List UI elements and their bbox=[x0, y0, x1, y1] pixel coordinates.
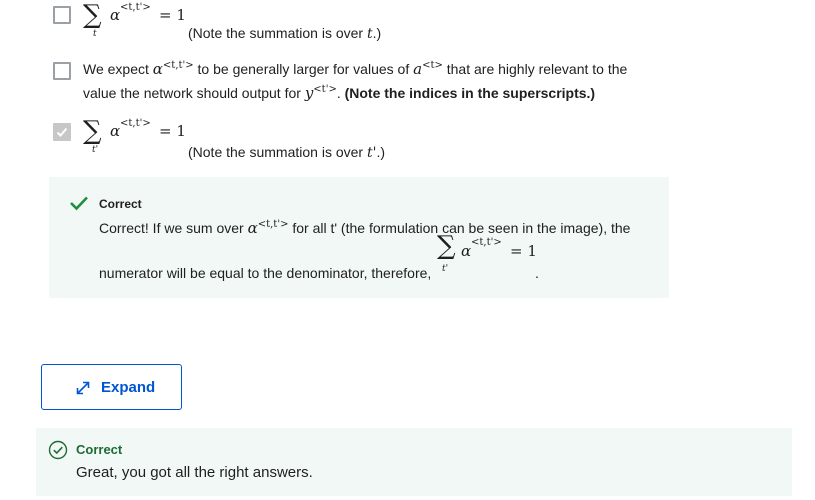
note-prefix: (Note the summation is over bbox=[188, 144, 367, 160]
option-2-line-1: We expect α<t,t'> to be generally larger… bbox=[83, 57, 627, 84]
feedback-panel: Correct Correct! If we sum over α<t,t'> … bbox=[49, 177, 669, 298]
feedback-formula: ∑ t' α <t,t'> = 1 bbox=[437, 233, 547, 277]
note-suffix: .) bbox=[372, 25, 382, 41]
option-3-checkbox[interactable] bbox=[53, 123, 71, 141]
checkmark-icon bbox=[70, 196, 88, 211]
expand-icon bbox=[76, 381, 90, 395]
feedback-line-2: numerator will be equal to the denominat… bbox=[99, 265, 432, 281]
alpha-superscript: <t,t'> bbox=[471, 237, 502, 248]
result-banner: Correct Great, you got all the right ans… bbox=[36, 428, 792, 496]
equals-one: = 1 bbox=[159, 6, 186, 24]
a-symbol: a bbox=[413, 60, 423, 78]
expand-label: Expand bbox=[101, 379, 156, 396]
text: Correct! If we sum over bbox=[99, 220, 248, 236]
alpha-superscript: <t,t'> bbox=[120, 118, 151, 129]
text: that are highly relevant to the bbox=[442, 61, 628, 77]
alpha-symbol: α bbox=[461, 242, 472, 260]
option-3-formula: ∑ t' α <t,t'> = 1 bbox=[83, 118, 193, 158]
alpha-symbol: α bbox=[247, 219, 258, 237]
text: to be generally larger for values of bbox=[193, 61, 414, 77]
sigma-symbol: ∑ bbox=[83, 116, 102, 146]
option-2-line-2: value the network should output for y<t'… bbox=[83, 81, 595, 108]
text: value the network should output for bbox=[83, 85, 305, 101]
alpha-superscript: <t,t'> bbox=[120, 2, 151, 13]
a-superscript: <t> bbox=[422, 60, 443, 71]
text: We expect bbox=[83, 61, 153, 77]
expand-button[interactable]: Expand bbox=[41, 364, 182, 410]
check-icon bbox=[56, 127, 68, 137]
note-prefix: (Note the summation is over bbox=[188, 25, 367, 41]
text: . bbox=[336, 85, 345, 101]
option-1-note: (Note the summation is over t.) bbox=[188, 25, 381, 42]
alpha-superscript: <t,t'> bbox=[257, 219, 289, 230]
equals-one: = 1 bbox=[159, 122, 186, 140]
result-message: Great, you got all the right answers. bbox=[76, 464, 313, 481]
indices-note: (Note the indices in the superscripts.) bbox=[344, 85, 596, 101]
sigma-symbol: ∑ bbox=[437, 231, 456, 261]
sum-index: t bbox=[93, 29, 97, 39]
sum-index: t' bbox=[442, 264, 449, 274]
trailing-period: . bbox=[535, 265, 539, 281]
alpha-symbol: α bbox=[110, 6, 121, 24]
alpha-symbol: α bbox=[152, 60, 163, 78]
note-suffix: .) bbox=[376, 144, 386, 160]
feedback-title: Correct bbox=[99, 197, 142, 211]
check-circle-icon bbox=[48, 440, 68, 460]
option-2-checkbox[interactable] bbox=[53, 62, 71, 80]
sum-index: t' bbox=[92, 145, 99, 155]
alpha-symbol: α bbox=[110, 122, 121, 140]
sigma-symbol: ∑ bbox=[83, 0, 102, 30]
y-superscript: <t'> bbox=[313, 84, 337, 95]
option-1-checkbox[interactable] bbox=[53, 6, 71, 24]
result-title: Correct bbox=[76, 442, 123, 457]
alpha-superscript: <t,t'> bbox=[162, 60, 194, 71]
option-1-formula: ∑ t α <t,t'> = 1 bbox=[83, 2, 193, 42]
option-3-note: (Note the summation is over t'.) bbox=[188, 144, 385, 161]
equals-one: = 1 bbox=[510, 242, 537, 260]
feedback-line-1: Correct! If we sum over α<t,t'> for all … bbox=[99, 219, 630, 237]
